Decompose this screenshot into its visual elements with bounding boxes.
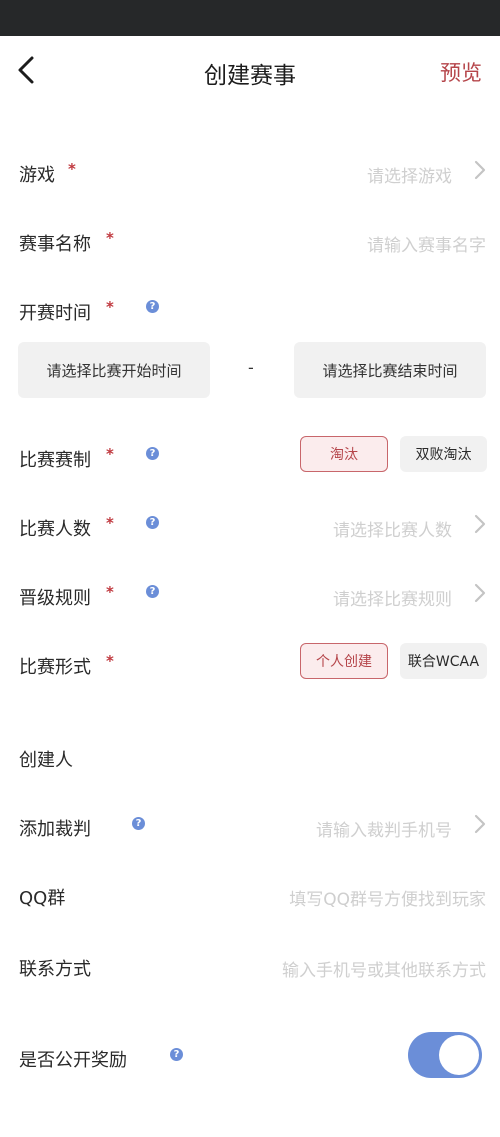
mode-option-wcaa[interactable]: 联合WCAA xyxy=(400,643,487,679)
back-arrow-icon[interactable] xyxy=(12,52,42,88)
help-icon[interactable]: ? xyxy=(146,447,159,460)
event-name-label: 赛事名称 xyxy=(19,234,91,255)
required-mark: * xyxy=(106,298,114,316)
preview-button[interactable]: 预览 xyxy=(440,57,482,87)
qq-group-input[interactable]: 填写QQ群号方便找到玩家 xyxy=(289,885,486,910)
chevron-right-icon xyxy=(474,514,486,534)
game-label: 游戏 xyxy=(19,165,55,186)
required-mark: * xyxy=(106,445,114,463)
toggle-knob xyxy=(439,1035,479,1075)
public-reward-toggle[interactable] xyxy=(408,1032,482,1078)
required-mark: * xyxy=(68,160,76,178)
required-mark: * xyxy=(106,229,114,247)
mode-label: 比赛形式 xyxy=(19,657,91,678)
time-separator: - xyxy=(248,358,254,377)
contact-label: 联系方式 xyxy=(19,959,91,980)
page-title: 创建赛事 xyxy=(204,63,296,89)
required-mark: * xyxy=(106,514,114,532)
player-count-label: 比赛人数 xyxy=(19,519,91,540)
nav-bar: 创建赛事 预览 xyxy=(0,36,500,106)
contact-input[interactable]: 输入手机号或其他联系方式 xyxy=(282,956,486,981)
chevron-right-icon xyxy=(474,583,486,603)
help-icon[interactable]: ? xyxy=(170,1048,183,1061)
help-icon[interactable]: ? xyxy=(146,585,159,598)
player-count-select[interactable]: 请选择比赛人数 xyxy=(333,516,452,541)
referee-label: 添加裁判 xyxy=(19,819,91,840)
format-label: 比赛赛制 xyxy=(19,450,91,471)
start-time-button[interactable]: 请选择比赛开始时间 xyxy=(18,342,210,398)
status-bar xyxy=(0,0,500,36)
advance-rule-label: 晋级规则 xyxy=(19,588,91,609)
format-option-double-elimination[interactable]: 双败淘汰 xyxy=(400,436,487,472)
help-icon[interactable]: ? xyxy=(146,300,159,313)
referee-phone-input[interactable]: 请输入裁判手机号 xyxy=(316,816,452,841)
advance-rule-select[interactable]: 请选择比赛规则 xyxy=(333,585,452,610)
mode-option-personal[interactable]: 个人创建 xyxy=(300,643,388,679)
creator-label: 创建人 xyxy=(19,750,73,771)
end-time-button[interactable]: 请选择比赛结束时间 xyxy=(294,342,486,398)
chevron-right-icon xyxy=(474,814,486,834)
required-mark: * xyxy=(106,652,114,670)
public-reward-label: 是否公开奖励 xyxy=(19,1050,127,1071)
required-mark: * xyxy=(106,583,114,601)
help-icon[interactable]: ? xyxy=(146,516,159,529)
start-time-label: 开赛时间 xyxy=(19,303,91,324)
game-select[interactable]: 请选择游戏 xyxy=(367,162,452,187)
event-name-input[interactable]: 请输入赛事名字 xyxy=(367,231,486,256)
chevron-right-icon xyxy=(474,160,486,180)
format-option-elimination[interactable]: 淘汰 xyxy=(300,436,388,472)
qq-group-label: QQ群 xyxy=(19,888,66,909)
help-icon[interactable]: ? xyxy=(132,817,145,830)
